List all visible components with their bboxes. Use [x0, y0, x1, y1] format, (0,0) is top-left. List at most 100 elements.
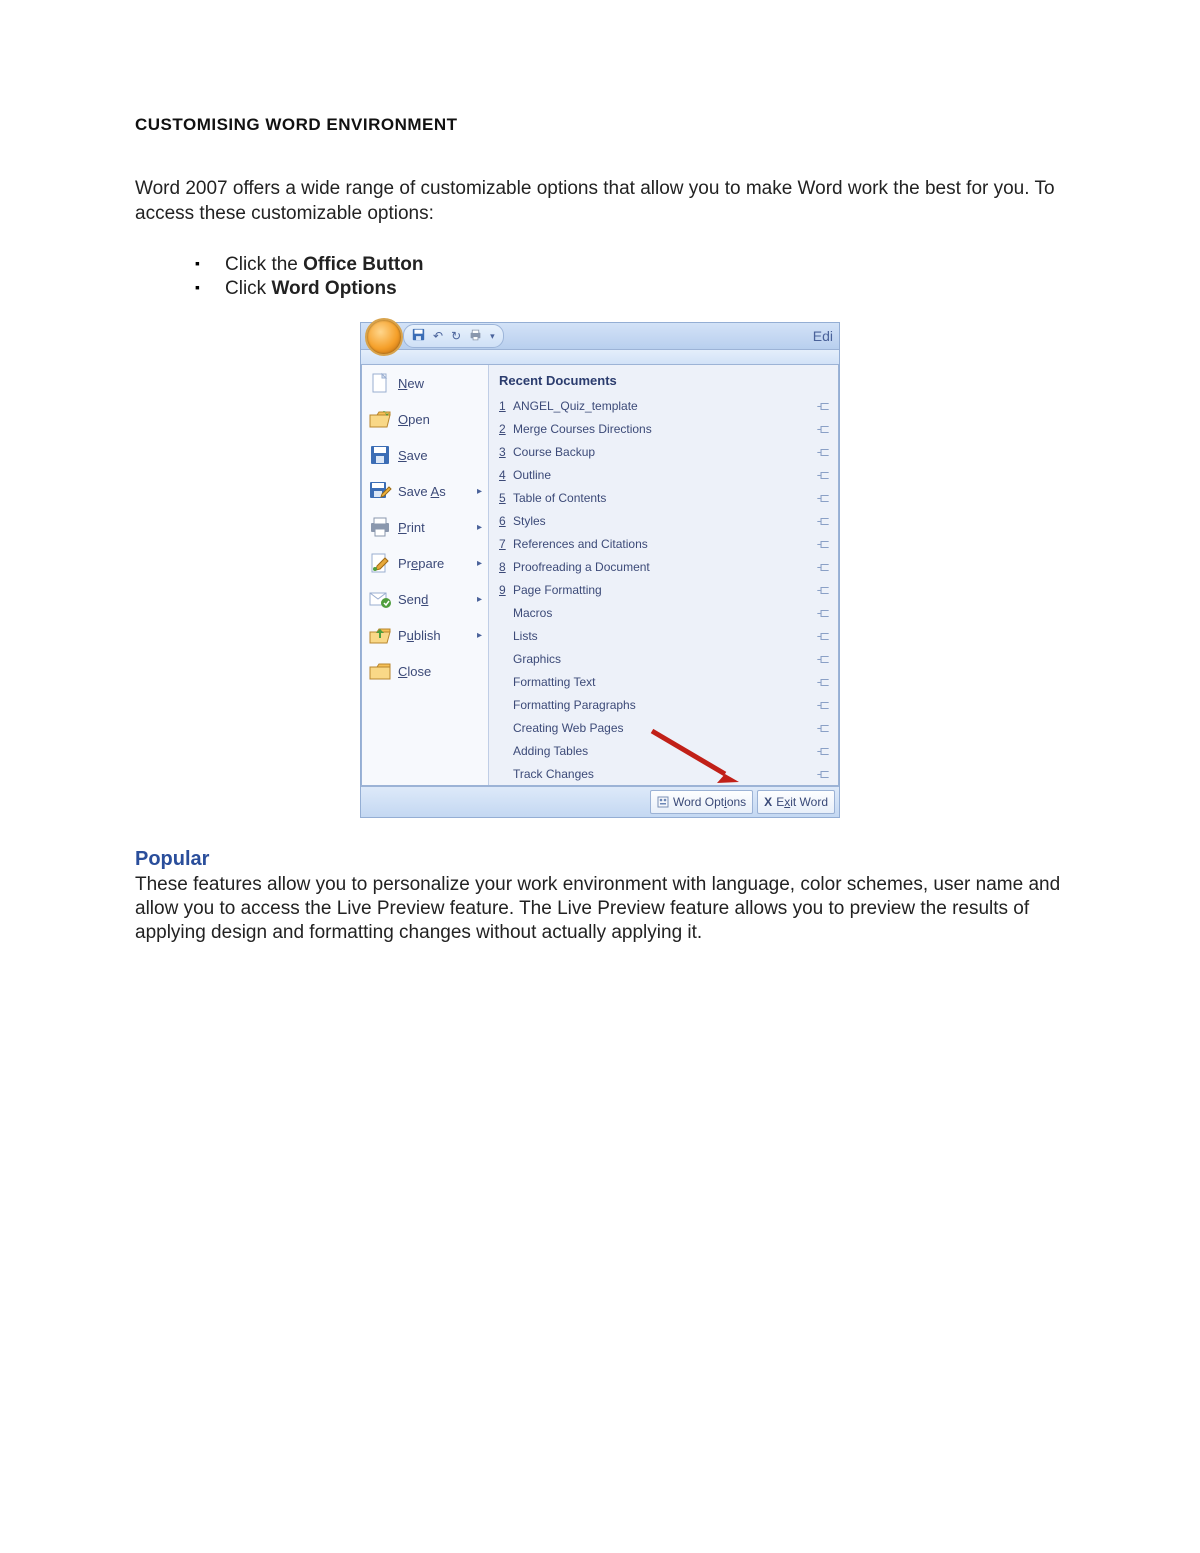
recent-document-item[interactable]: Creating Web Pages-⊏ — [489, 716, 838, 739]
recent-document-item[interactable]: 2Merge Courses Directions-⊏ — [489, 417, 838, 440]
menu-item-close[interactable]: Close — [362, 653, 488, 689]
publish-icon — [368, 624, 392, 646]
exit-word-button[interactable]: X Exit Word — [757, 790, 835, 814]
menu-item-prepare[interactable]: Prepare ▸ — [362, 545, 488, 581]
recent-doc-name: Formatting Text — [513, 675, 817, 689]
recent-document-item[interactable]: Lists-⊏ — [489, 624, 838, 647]
recent-doc-name: Proofreading a Document — [513, 560, 817, 574]
menu-item-send[interactable]: Send ▸ — [362, 581, 488, 617]
pin-icon[interactable]: -⊏ — [817, 490, 828, 506]
recent-document-item[interactable]: Track Changes-⊏ — [489, 762, 838, 785]
menu-item-label: Prepare — [398, 556, 444, 571]
recent-doc-name: Course Backup — [513, 445, 817, 459]
menu-item-label: Print — [398, 520, 425, 535]
recent-doc-name: Merge Courses Directions — [513, 422, 817, 436]
recent-doc-name: Formatting Paragraphs — [513, 698, 817, 712]
recent-doc-name: Page Formatting — [513, 583, 817, 597]
intro-paragraph: Word 2007 offers a wide range of customi… — [135, 177, 1065, 226]
menu-item-print[interactable]: Print ▸ — [362, 509, 488, 545]
pin-icon[interactable]: -⊏ — [817, 536, 828, 552]
recent-doc-number: 2 — [499, 422, 513, 436]
pin-icon[interactable]: -⊏ — [817, 605, 828, 621]
recent-doc-name: Outline — [513, 468, 817, 482]
submenu-arrow-icon: ▸ — [477, 522, 482, 533]
recent-doc-number: 3 — [499, 445, 513, 459]
recent-document-item[interactable]: Formatting Paragraphs-⊏ — [489, 693, 838, 716]
qat-dropdown-icon[interactable]: ▾ — [490, 331, 495, 342]
pin-icon[interactable]: -⊏ — [817, 398, 828, 414]
title-bar: ↶ ↻ ▾ Edi — [361, 323, 839, 350]
popular-body: These features allow you to personalize … — [135, 873, 1065, 944]
pin-icon[interactable]: -⊏ — [817, 697, 828, 713]
menu-item-label: Save — [398, 448, 428, 463]
recent-doc-name: Macros — [513, 606, 817, 620]
recent-doc-name: References and Citations — [513, 537, 817, 551]
saveas-icon — [368, 480, 392, 502]
recent-document-item[interactable]: 4Outline-⊏ — [489, 463, 838, 486]
menu-item-label: Close — [398, 664, 431, 679]
pin-icon[interactable]: -⊏ — [817, 628, 828, 644]
pin-icon[interactable]: -⊏ — [817, 766, 828, 782]
page-title: CUSTOMISING WORD ENVIRONMENT — [135, 115, 1065, 135]
recent-doc-name: Track Changes — [513, 767, 817, 781]
print-icon[interactable] — [469, 329, 482, 344]
recent-document-item[interactable]: Macros-⊏ — [489, 601, 838, 624]
recent-documents-list: 1ANGEL_Quiz_template-⊏2Merge Courses Dir… — [489, 394, 838, 785]
pin-icon[interactable]: -⊏ — [817, 582, 828, 598]
menu-item-save-as[interactable]: Save As▸ — [362, 473, 488, 509]
prepare-icon — [368, 552, 392, 574]
recent-doc-name: Graphics — [513, 652, 817, 666]
menu-item-publish[interactable]: Publish▸ — [362, 617, 488, 653]
save-icon — [368, 444, 392, 466]
quick-access-toolbar[interactable]: ↶ ↻ ▾ — [403, 324, 504, 348]
title-text-fragment: Edi — [813, 328, 839, 344]
office-menu-left: NewOpenSaveSave As▸Print▸Prepare▸Send▸Pu… — [362, 365, 489, 785]
recent-document-item[interactable]: 5Table of Contents-⊏ — [489, 486, 838, 509]
word-options-button[interactable]: Word Options — [650, 790, 753, 814]
pin-icon[interactable]: -⊏ — [817, 444, 828, 460]
recent-doc-number: 6 — [499, 514, 513, 528]
recent-document-item[interactable]: Formatting Text-⊏ — [489, 670, 838, 693]
recent-document-item[interactable]: 6Styles-⊏ — [489, 509, 838, 532]
recent-doc-name: Lists — [513, 629, 817, 643]
recent-doc-number: 8 — [499, 560, 513, 574]
recent-document-item[interactable]: Adding Tables-⊏ — [489, 739, 838, 762]
office-menu-footer: Word Options X Exit Word — [361, 786, 839, 817]
recent-doc-number: 7 — [499, 537, 513, 551]
pin-icon[interactable]: -⊏ — [817, 743, 828, 759]
send-icon — [368, 588, 392, 610]
recent-doc-name: Adding Tables — [513, 744, 817, 758]
menu-item-save[interactable]: Save — [362, 437, 488, 473]
recent-document-item[interactable]: 1ANGEL_Quiz_template-⊏ — [489, 394, 838, 417]
redo-icon[interactable]: ↻ — [451, 329, 461, 343]
pin-icon[interactable]: -⊏ — [817, 651, 828, 667]
recent-document-item[interactable]: Graphics-⊏ — [489, 647, 838, 670]
save-icon[interactable] — [412, 328, 425, 344]
ribbon-strip — [361, 350, 839, 365]
pin-icon[interactable]: -⊏ — [817, 467, 828, 483]
submenu-arrow-icon: ▸ — [477, 630, 482, 641]
recent-document-item[interactable]: 9Page Formatting-⊏ — [489, 578, 838, 601]
pin-icon[interactable]: -⊏ — [817, 559, 828, 575]
menu-item-open[interactable]: Open — [362, 401, 488, 437]
submenu-arrow-icon: ▸ — [477, 594, 482, 605]
recent-document-item[interactable]: 8Proofreading a Document-⊏ — [489, 555, 838, 578]
pin-icon[interactable]: -⊏ — [817, 421, 828, 437]
recent-doc-name: ANGEL_Quiz_template — [513, 399, 817, 413]
pin-icon[interactable]: -⊏ — [817, 674, 828, 690]
menu-item-label: Send — [398, 592, 428, 607]
recent-doc-number: 4 — [499, 468, 513, 482]
pin-icon[interactable]: -⊏ — [817, 513, 828, 529]
office-menu-screenshot: ↶ ↻ ▾ Edi NewOpenSaveSave As▸Print▸Prepa… — [360, 322, 840, 818]
pin-icon[interactable]: -⊏ — [817, 720, 828, 736]
recent-document-item[interactable]: 7References and Citations-⊏ — [489, 532, 838, 555]
options-icon — [657, 796, 669, 808]
recent-doc-name: Creating Web Pages — [513, 721, 817, 735]
recent-doc-number: 1 — [499, 399, 513, 413]
recent-doc-number: 5 — [499, 491, 513, 505]
menu-item-new[interactable]: New — [362, 365, 488, 401]
recent-document-item[interactable]: 3Course Backup-⊏ — [489, 440, 838, 463]
undo-icon[interactable]: ↶ — [433, 329, 443, 343]
recent-doc-name: Table of Contents — [513, 491, 817, 505]
submenu-arrow-icon: ▸ — [477, 558, 482, 569]
